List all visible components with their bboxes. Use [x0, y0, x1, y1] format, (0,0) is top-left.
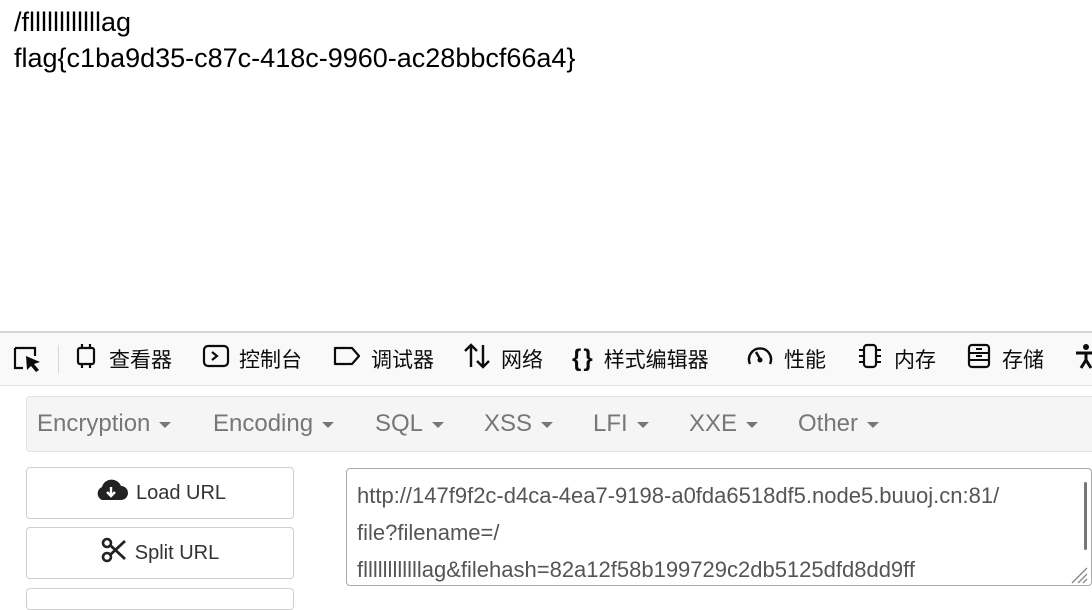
menu-label: Encryption — [37, 410, 151, 437]
toolbar-separator — [58, 345, 59, 373]
inspector-icon — [72, 342, 100, 376]
tab-inspector[interactable]: 查看器 — [72, 333, 172, 385]
caret-down-icon — [432, 421, 445, 428]
memory-icon — [855, 342, 885, 376]
storage-icon — [965, 342, 993, 376]
flag-text: flag{c1ba9d35-c87c-418c-9960-ac28bbcf66a… — [14, 43, 576, 73]
tab-label: 控制台 — [239, 349, 302, 372]
menu-other[interactable]: Other — [798, 397, 880, 451]
load-url-button[interactable]: Load URL — [26, 467, 294, 519]
caret-down-icon — [867, 421, 880, 428]
execute-button[interactable] — [26, 588, 294, 610]
cloud-download-icon — [94, 478, 128, 508]
url-scrollbar[interactable] — [1084, 482, 1087, 550]
url-line: fllllllllllllag&filehash=82a12f58b199729… — [357, 557, 915, 582]
caret-down-icon — [746, 421, 759, 428]
caret-down-icon — [159, 421, 172, 428]
tab-label: 查看器 — [109, 349, 172, 372]
tab-label: 内存 — [894, 349, 936, 372]
tab-console[interactable]: 控制台 — [202, 333, 302, 385]
menu-label: Encoding — [213, 410, 314, 437]
style-editor-icon: {} — [572, 345, 595, 372]
accessibility-icon — [1074, 342, 1092, 376]
menu-sql[interactable]: SQL — [375, 397, 445, 451]
tab-storage[interactable]: 存储 — [965, 333, 1044, 385]
tab-debugger[interactable]: 调试器 — [332, 333, 434, 385]
caret-down-icon — [636, 421, 649, 428]
menu-label: LFI — [593, 410, 628, 437]
button-label: Split URL — [134, 541, 220, 564]
menu-xss[interactable]: XSS — [484, 397, 554, 451]
tab-performance[interactable]: 性能 — [745, 333, 826, 385]
caret-down-icon — [322, 421, 335, 428]
menu-encoding[interactable]: Encoding — [213, 397, 335, 451]
path-text: /fllllllllllllag — [14, 7, 132, 37]
debugger-icon — [332, 342, 362, 376]
tab-label: 样式编辑器 — [603, 349, 709, 372]
split-url-button[interactable]: Split URL — [26, 527, 294, 579]
console-icon — [202, 342, 230, 376]
url-textarea[interactable]: http://147f9f2c-d4ca-4ea7-9198-a0fda6518… — [346, 468, 1092, 586]
button-label: Load URL — [135, 481, 227, 504]
tab-label: 性能 — [784, 349, 826, 372]
resize-grip-icon[interactable] — [1070, 566, 1088, 584]
scissors-icon — [101, 537, 127, 569]
tab-network[interactable]: 网络 — [462, 333, 543, 385]
tab-accessibility[interactable] — [1074, 333, 1092, 385]
menu-encryption[interactable]: Encryption — [37, 397, 172, 451]
url-line: http://147f9f2c-d4ca-4ea7-9198-a0fda6518… — [357, 483, 1000, 508]
element-picker-icon[interactable] — [12, 345, 44, 373]
tab-label: 网络 — [501, 349, 543, 372]
menu-xxe[interactable]: XXE — [689, 397, 759, 451]
menu-label: SQL — [375, 410, 424, 437]
hackbar-menubar: Encryption Encoding SQL XSS LFI XXE Othe… — [26, 396, 1092, 452]
tab-label: 存储 — [1002, 349, 1044, 372]
caret-down-icon — [541, 421, 554, 428]
tab-style-editor[interactable]: {} 样式编辑器 — [572, 333, 709, 385]
devtools-toolbar: 查看器 控制台 调试器 网络 {} 样式编辑器 性能 内存 存储 — [0, 333, 1092, 386]
network-icon — [462, 342, 492, 376]
tab-label: 调试器 — [371, 349, 434, 372]
menu-label: XXE — [689, 410, 738, 437]
menu-lfi[interactable]: LFI — [593, 397, 649, 451]
performance-icon — [745, 342, 775, 376]
page-content: /fllllllllllllag flag{c1ba9d35-c87c-418c… — [14, 4, 575, 76]
url-line: file?filename=/ — [357, 520, 500, 545]
menu-label: Other — [798, 410, 859, 437]
menu-label: XSS — [484, 410, 533, 437]
tab-memory[interactable]: 内存 — [855, 333, 936, 385]
